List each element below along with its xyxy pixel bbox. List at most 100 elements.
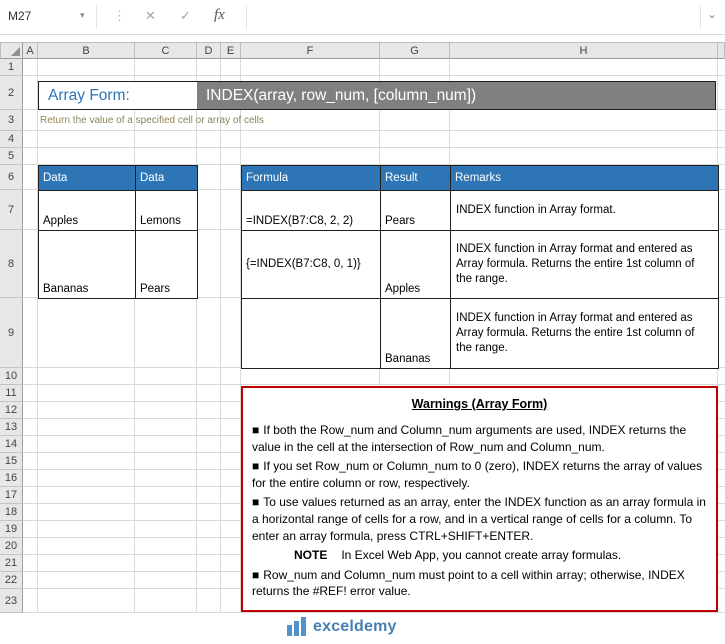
cell-f9[interactable] <box>241 298 381 369</box>
cell-g7[interactable]: Pears <box>380 190 451 231</box>
row-header-12[interactable]: 12 <box>0 402 23 419</box>
excel-window: M27 ▾ ⋮ ✕ ✓ fx ⌄ Array Form: INDEX(array… <box>0 0 725 644</box>
exceldemy-logo-icon <box>287 617 306 636</box>
warning-text: If you set Row_num or Column_num to 0 (z… <box>252 459 703 490</box>
column-header-F[interactable]: F <box>241 42 380 59</box>
table-row: =INDEX(B7:C8, 2, 2) Pears INDEX function… <box>241 190 719 231</box>
watermark-text: exceldemy <box>313 617 397 635</box>
row-header-21[interactable]: 21 <box>0 555 23 572</box>
column-header-D[interactable]: D <box>197 42 221 59</box>
column-header-overflow[interactable] <box>718 42 725 59</box>
name-box[interactable]: M27 <box>8 9 31 23</box>
row-header-9[interactable]: 9 <box>0 298 23 368</box>
cell-f6[interactable]: Formula <box>241 165 381 191</box>
gridline <box>23 612 725 613</box>
divider <box>700 5 701 29</box>
row-header-23[interactable]: 23 <box>0 589 23 613</box>
gridline <box>23 130 725 131</box>
cell-h8[interactable]: INDEX function in Array format and enter… <box>450 230 719 299</box>
insert-function-button[interactable]: fx <box>214 7 225 24</box>
row-header-10[interactable]: 10 <box>0 368 23 385</box>
cell-g9[interactable]: Bananas <box>380 298 451 369</box>
table-row: Formula Result Remarks <box>241 165 719 191</box>
column-header-A[interactable]: A <box>23 42 38 59</box>
gridline <box>134 59 135 613</box>
table-row: {=INDEX(B7:C8, 0, 1)} Apples INDEX funct… <box>241 230 719 299</box>
warning-item: ■ To use values returned as an array, ent… <box>252 494 707 544</box>
banner-syntax-cell[interactable]: INDEX(array, row_num, [column_num]) <box>197 82 715 109</box>
cell-g6[interactable]: Result <box>380 165 451 191</box>
warning-item: ■ Row_num and Column_num must point to a … <box>252 567 707 600</box>
bullet-icon: ■ <box>252 495 260 510</box>
gridline <box>37 59 38 613</box>
row-header-7[interactable]: 7 <box>0 190 23 230</box>
data-table: Data Data Apples Lemons Bananas Pears <box>38 165 198 299</box>
formula-bar: M27 ▾ ⋮ ✕ ✓ fx ⌄ <box>0 0 725 35</box>
cell-h7[interactable]: INDEX function in Array format. <box>450 190 719 231</box>
cell-c6[interactable]: Data <box>135 165 198 191</box>
row-header-6[interactable]: 6 <box>0 165 23 190</box>
row-header-5[interactable]: 5 <box>0 148 23 165</box>
warning-note: NOTE In Excel Web App, you cannot create … <box>294 547 707 564</box>
cell-h9[interactable]: INDEX function in Array format and enter… <box>450 298 719 369</box>
bullet-icon: ■ <box>252 567 260 582</box>
row-header-20[interactable]: 20 <box>0 538 23 555</box>
row-header-11[interactable]: 11 <box>0 385 23 402</box>
warning-text: Row_num and Column_num must point to a c… <box>252 567 685 599</box>
divider <box>96 5 97 29</box>
cell-c8[interactable]: Pears <box>135 230 198 299</box>
row-header-16[interactable]: 16 <box>0 470 23 487</box>
row-header-19[interactable]: 19 <box>0 521 23 538</box>
warning-item: ■ If both the Row_num and Column_num argu… <box>252 422 707 455</box>
column-header-E[interactable]: E <box>221 42 241 59</box>
select-all-corner[interactable] <box>0 42 23 59</box>
row-header-14[interactable]: 14 <box>0 436 23 453</box>
row-header-2[interactable]: 2 <box>0 76 23 110</box>
row-header-17[interactable]: 17 <box>0 487 23 504</box>
bullet-icon: ■ <box>252 423 260 438</box>
column-header-H[interactable]: H <box>450 42 718 59</box>
divider <box>246 5 247 29</box>
cell-b8[interactable]: Bananas <box>38 230 136 299</box>
drag-dots-icon: ⋮ <box>113 8 126 23</box>
cell-f8[interactable]: {=INDEX(B7:C8, 0, 1)} <box>241 230 381 299</box>
cell-b6[interactable]: Data <box>38 165 136 191</box>
formula-table: Formula Result Remarks =INDEX(B7:C8, 2, … <box>241 165 719 369</box>
warnings-title: Warnings (Array Form) <box>411 397 548 411</box>
row-header-4[interactable]: 4 <box>0 131 23 148</box>
enter-button[interactable]: ✓ <box>180 8 191 24</box>
row-header-8[interactable]: 8 <box>0 230 23 298</box>
column-header-C[interactable]: C <box>135 42 197 59</box>
warnings-box: Warnings (Array Form) ■ If both the Row_n… <box>241 386 718 612</box>
cell-g8[interactable]: Apples <box>380 230 451 299</box>
cell-c7[interactable]: Lemons <box>135 190 198 231</box>
row-header-15[interactable]: 15 <box>0 453 23 470</box>
row-header-22[interactable]: 22 <box>0 572 23 589</box>
banner-label-cell[interactable]: Array Form: <box>39 82 197 109</box>
bullet-icon: ■ <box>252 459 260 474</box>
gridline <box>23 75 725 76</box>
table-row: Apples Lemons <box>38 190 198 231</box>
row-header-3[interactable]: 3 <box>0 110 23 131</box>
column-header-G[interactable]: G <box>380 42 450 59</box>
cell-b7[interactable]: Apples <box>38 190 136 231</box>
row-header-13[interactable]: 13 <box>0 419 23 436</box>
exceldemy-watermark: exceldemy <box>287 617 397 636</box>
formula-bar-expand-icon[interactable]: ⌄ <box>707 7 717 21</box>
table-row: Bananas Pears <box>38 230 198 299</box>
cell-h6[interactable]: Remarks <box>450 165 719 191</box>
row-header-18[interactable]: 18 <box>0 504 23 521</box>
warning-text: If both the Row_num and Column_num argum… <box>252 423 687 454</box>
note-text: In Excel Web App, you cannot create arra… <box>341 548 622 563</box>
table-row: Bananas INDEX function in Array format a… <box>241 298 719 369</box>
chevron-down-icon[interactable]: ▾ <box>80 10 85 21</box>
row-header-1[interactable]: 1 <box>0 59 23 76</box>
select-all-triangle-icon <box>11 47 20 56</box>
title-banner: Array Form: INDEX(array, row_num, [colum… <box>38 81 716 110</box>
cancel-button[interactable]: ✕ <box>145 8 156 24</box>
table-row: Data Data <box>38 165 198 191</box>
column-header-B[interactable]: B <box>38 42 135 59</box>
cell-f7[interactable]: =INDEX(B7:C8, 2, 2) <box>241 190 381 231</box>
warning-item: ■ If you set Row_num or Column_num to 0 (… <box>252 458 707 491</box>
formula-input[interactable] <box>248 0 700 34</box>
